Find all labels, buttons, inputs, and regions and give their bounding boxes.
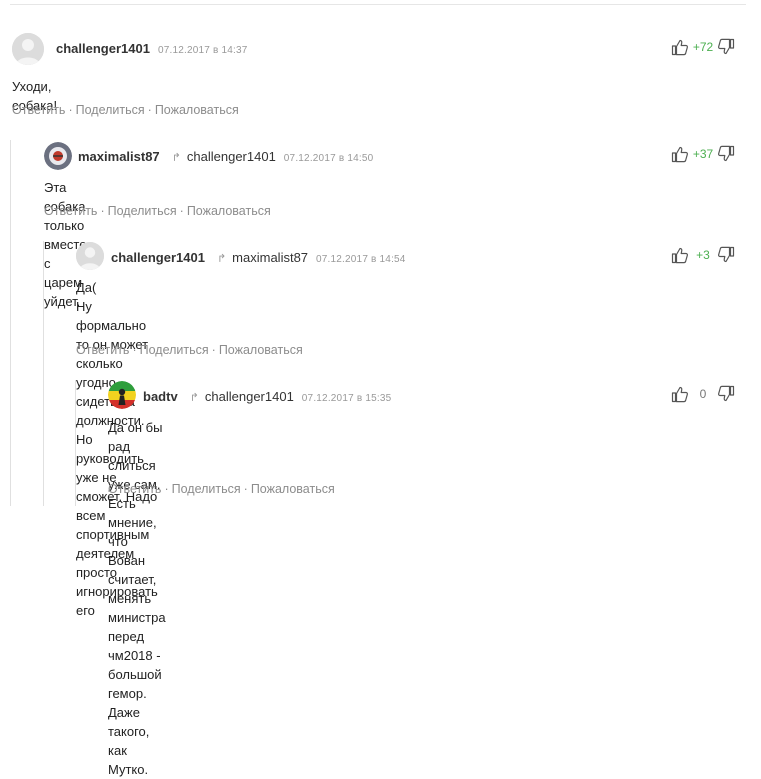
vote-score: 0 xyxy=(699,387,707,401)
author-name[interactable]: badtv xyxy=(143,389,178,404)
vote-block: +3 xyxy=(671,246,735,264)
custom-avatar-icon[interactable] xyxy=(44,142,72,170)
separator: · xyxy=(100,204,105,218)
reply-to-name[interactable]: challenger1401 xyxy=(205,389,294,404)
vote-block: 0 xyxy=(671,385,735,403)
share-link[interactable]: Поделиться xyxy=(172,482,241,496)
share-link[interactable]: Поделиться xyxy=(76,103,145,117)
separator: · xyxy=(243,482,248,496)
author-name[interactable]: challenger1401 xyxy=(111,250,205,265)
share-link[interactable]: Поделиться xyxy=(108,204,177,218)
reply-arrow-icon: ↱ xyxy=(171,152,181,164)
separator: · xyxy=(132,343,137,357)
reply-link[interactable]: Ответить xyxy=(76,343,129,357)
thumbs-down-icon[interactable] xyxy=(717,145,735,163)
comment-header: badtv ↱ challenger1401 07.12.2017 в 15:3… xyxy=(143,389,391,404)
vote-block: +37 xyxy=(671,145,735,163)
report-link[interactable]: Пожаловаться xyxy=(219,343,303,357)
comment-text-line: Мутко. xyxy=(108,762,149,777)
report-link[interactable]: Пожаловаться xyxy=(187,204,271,218)
report-link[interactable]: Пожаловаться xyxy=(251,482,335,496)
separator: · xyxy=(179,204,184,218)
vote-score: +37 xyxy=(692,147,714,161)
reply-link[interactable]: Ответить xyxy=(108,482,161,496)
thumbs-down-icon[interactable] xyxy=(717,38,735,56)
reply-to-name[interactable]: maximalist87 xyxy=(232,250,308,265)
comment-text-line: Да( xyxy=(76,280,97,295)
separator: · xyxy=(211,343,216,357)
top-divider xyxy=(10,4,746,5)
vote-score: +3 xyxy=(696,248,710,262)
separator: · xyxy=(164,482,169,496)
vote-score: +72 xyxy=(692,40,714,54)
comment-actions: Ответить · Поделиться · Пожаловаться xyxy=(12,103,239,117)
thumbs-down-icon[interactable] xyxy=(717,246,735,264)
author-name[interactable]: challenger1401 xyxy=(56,41,150,56)
default-avatar-icon[interactable] xyxy=(76,242,104,270)
author-name[interactable]: maximalist87 xyxy=(78,149,160,164)
comment-header: challenger1401 ↱ maximalist87 07.12.2017… xyxy=(111,250,406,265)
comment-header: challenger1401 07.12.2017 в 14:37 xyxy=(56,41,248,56)
thumbs-up-icon[interactable] xyxy=(671,145,689,163)
separator: · xyxy=(147,103,152,117)
comment-header: maximalist87 ↱ challenger1401 07.12.2017… xyxy=(78,149,373,164)
reply-to-name[interactable]: challenger1401 xyxy=(187,149,276,164)
comment-actions: Ответить · Поделиться · Пожаловаться xyxy=(44,204,271,218)
vote-block: +72 xyxy=(671,38,735,56)
thumbs-up-icon[interactable] xyxy=(671,385,689,403)
comment-date: 07.12.2017 в 14:50 xyxy=(283,153,374,164)
report-link[interactable]: Пожаловаться xyxy=(155,103,239,117)
default-avatar-icon[interactable] xyxy=(12,33,44,65)
separator: · xyxy=(68,103,73,117)
reply-arrow-icon: ↱ xyxy=(216,253,227,265)
thread-line-level-1 xyxy=(10,140,11,506)
thumbs-up-icon[interactable] xyxy=(671,38,689,56)
reply-arrow-icon: ↱ xyxy=(189,392,199,404)
comment-actions: Ответить · Поделиться · Пожаловаться xyxy=(108,482,335,496)
reply-link[interactable]: Ответить xyxy=(12,103,65,117)
thumbs-up-icon[interactable] xyxy=(671,246,689,264)
thumbs-down-icon[interactable] xyxy=(717,385,735,403)
share-link[interactable]: Поделиться xyxy=(140,343,209,357)
comment-text-line: Есть мнение, что Вован считает, менять м… xyxy=(108,496,166,758)
comment-text: Да он бы рад слиться уже сам. Есть мнени… xyxy=(108,418,166,779)
comment-date: 07.12.2017 в 15:35 xyxy=(301,393,392,404)
comment-date: 07.12.2017 в 14:54 xyxy=(316,254,406,265)
rasta-avatar-icon[interactable] xyxy=(108,381,136,409)
comment-actions: Ответить · Поделиться · Пожаловаться xyxy=(76,343,303,357)
reply-link[interactable]: Ответить xyxy=(44,204,97,218)
comment-date: 07.12.2017 в 14:37 xyxy=(157,45,248,56)
